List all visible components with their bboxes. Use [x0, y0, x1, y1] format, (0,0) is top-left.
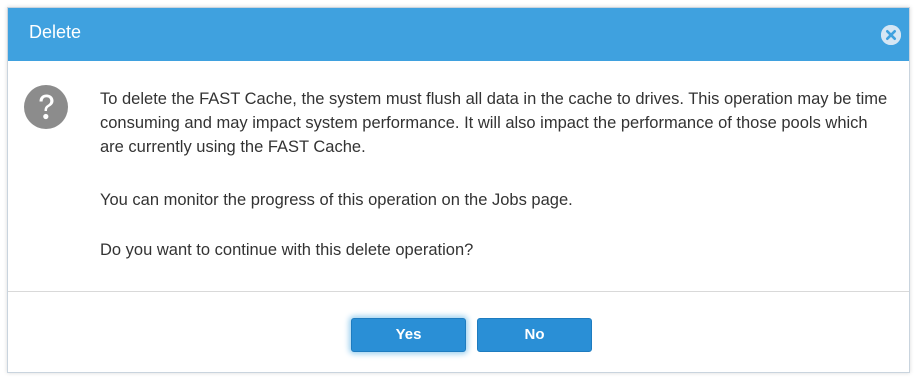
dialog-titlebar: Delete	[8, 8, 909, 61]
dialog-content: To delete the FAST Cache, the system mus…	[8, 61, 909, 293]
jobs-info-message: You can monitor the progress of this ope…	[100, 191, 573, 209]
dialog-message: To delete the FAST Cache, the system mus…	[100, 90, 888, 156]
close-icon[interactable]	[881, 25, 901, 45]
delete-dialog: Delete To delete the FAST Cache, the sys…	[7, 7, 910, 373]
question-icon	[23, 84, 69, 130]
confirm-question: Do you want to continue with this delete…	[100, 241, 474, 259]
dialog-divider	[8, 291, 909, 292]
yes-button[interactable]: Yes	[351, 318, 466, 352]
no-button[interactable]: No	[477, 318, 592, 352]
dialog-title: Delete	[29, 22, 82, 42]
